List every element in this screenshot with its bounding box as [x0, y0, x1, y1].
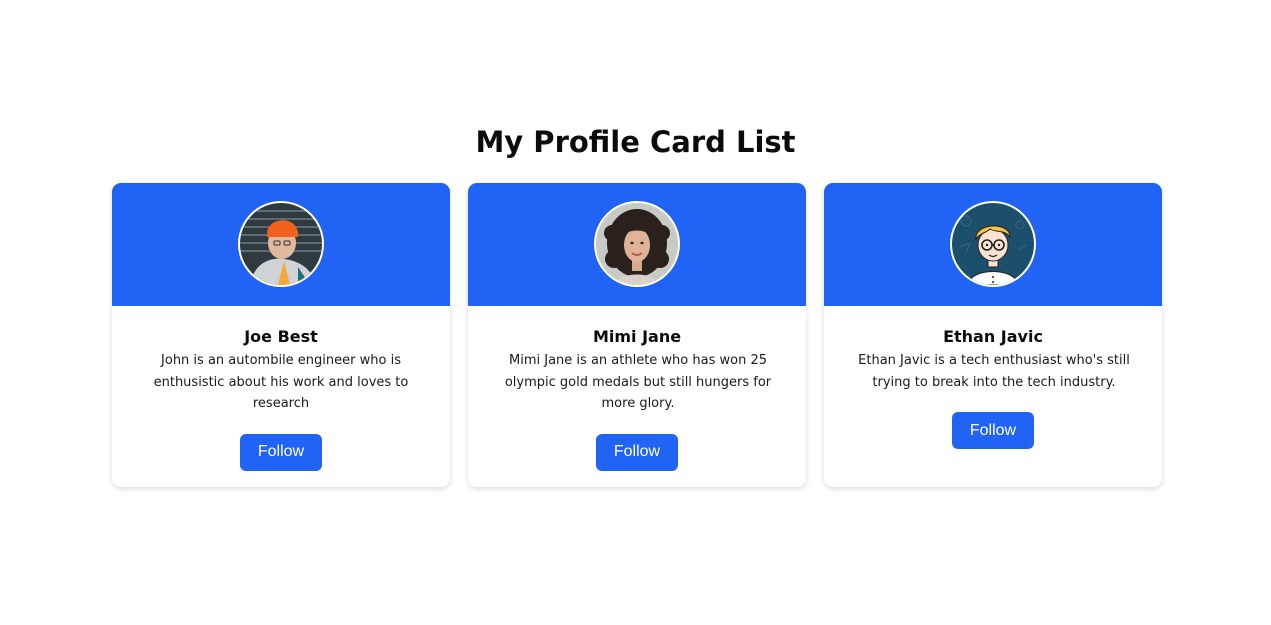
follow-button[interactable]: Follow [951, 412, 1035, 449]
page-title: My Profile Card List [475, 125, 796, 159]
cartoon-boy-glasses-illustration-icon [952, 203, 1034, 285]
avatar [594, 201, 680, 287]
card-header [468, 183, 806, 306]
card-body: Ethan Javic Ethan Javic is a tech enthus… [824, 306, 1162, 449]
profile-card: Ethan Javic Ethan Javic is a tech enthus… [824, 183, 1162, 487]
profile-name: Mimi Jane [592, 327, 682, 346]
profile-name: Joe Best [244, 327, 318, 346]
avatar [950, 201, 1036, 287]
profile-bio: Mimi Jane is an athlete who has won 25 o… [504, 353, 772, 411]
profile-bio: John is an autombile engineer who is ent… [153, 353, 409, 411]
woman-curly-hair-photo-icon [596, 203, 678, 285]
follow-button[interactable]: Follow [239, 433, 323, 471]
avatar [238, 201, 324, 287]
card-header [112, 183, 450, 306]
profile-name: Ethan Javic [943, 327, 1043, 346]
profile-card: Joe Best John is an autombile engineer w… [112, 183, 450, 487]
card-body: Joe Best John is an autombile engineer w… [112, 306, 450, 471]
card-body: Mimi Jane Mimi Jane is an athlete who ha… [468, 306, 806, 471]
follow-button[interactable]: Follow [595, 433, 679, 471]
man-orange-beanie-photo-icon [240, 203, 322, 285]
profile-bio: Ethan Javic is a tech enthusiast who's s… [858, 353, 1130, 390]
profile-card-list: Joe Best John is an autombile engineer w… [112, 183, 1162, 487]
profile-card: Mimi Jane Mimi Jane is an athlete who ha… [468, 183, 806, 487]
card-header [824, 183, 1162, 306]
